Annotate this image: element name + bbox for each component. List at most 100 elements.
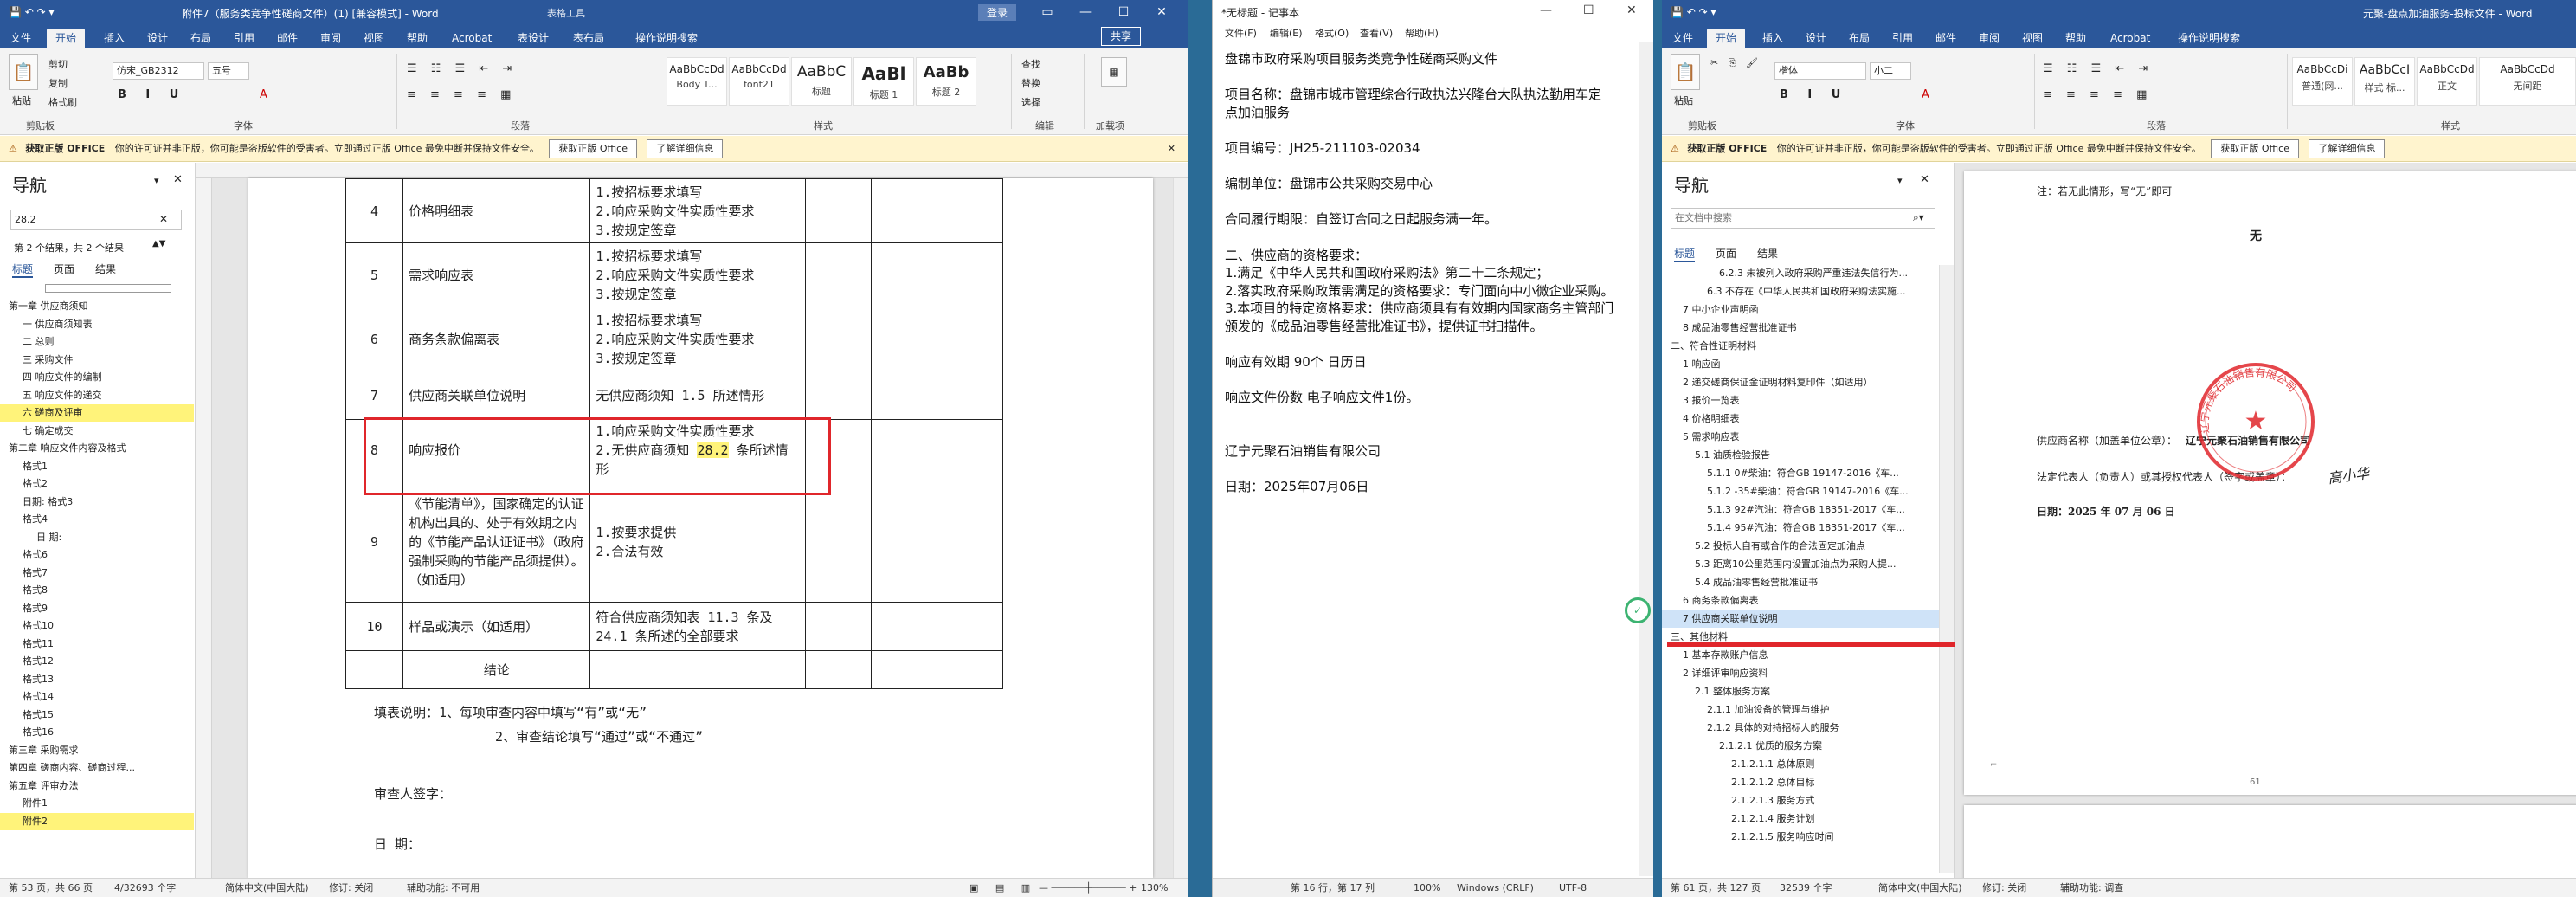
- nav-heading-item[interactable]: 2 详细评审响应资料: [1662, 665, 1939, 682]
- align-icons[interactable]: ≡ ≡ ≡ ≡ ▦: [2043, 88, 2152, 101]
- get-genuine-button[interactable]: 获取正版 Office: [549, 139, 637, 158]
- nav-heading-item[interactable]: 格式4: [0, 511, 194, 528]
- menu-help[interactable]: 帮助(H): [1405, 26, 1439, 40]
- review-item[interactable]: 价格明细表: [402, 178, 591, 243]
- nav-heading-item[interactable]: 2.1.2.1.2 总体目标: [1662, 774, 1939, 791]
- tab-review[interactable]: 审阅: [312, 29, 350, 48]
- select-button[interactable]: 选择: [1021, 95, 1040, 109]
- row-number[interactable]: 5: [345, 242, 404, 307]
- page-count[interactable]: 第 53 页，共 66 页: [9, 879, 93, 897]
- nav-heading-item[interactable]: 四 响应文件的编制: [0, 369, 194, 386]
- nav-heading-item[interactable]: 5.1.3 92#汽油：符合GB 18351-2017《车...: [1662, 501, 1939, 519]
- review-requirement[interactable]: 1.按招标要求填写 2.响应采购文件实质性要求 3.按规定签章: [589, 242, 806, 307]
- nav-tab-pages[interactable]: 页面: [54, 261, 74, 276]
- nav-heading-item[interactable]: 5.3 距离10公里范围内设置加油点为采购人提...: [1662, 556, 1939, 573]
- tab-review[interactable]: 审阅: [1970, 29, 2008, 48]
- nav-heading-item[interactable]: 2.1.2 具体的对持招标人的服务: [1662, 720, 1939, 737]
- review-requirement[interactable]: [589, 650, 806, 689]
- word-count[interactable]: 32539 个字: [1780, 879, 1832, 897]
- nav-heading-item[interactable]: 格式12: [0, 653, 194, 670]
- ribbon-display-icon[interactable]: ▭: [1028, 0, 1066, 24]
- track-changes-status[interactable]: 修订: 关闭: [1982, 879, 2026, 897]
- nav-heading-item[interactable]: 5 需求响应表: [1662, 429, 1939, 446]
- search-icon[interactable]: ⌕▾: [1913, 211, 1924, 224]
- nav-heading-item[interactable]: 第三章 采购需求: [0, 742, 194, 759]
- font-name-select[interactable]: 仿宋_GB2312: [113, 62, 204, 80]
- check-cell[interactable]: [804, 481, 872, 603]
- tab-design[interactable]: 设计: [138, 29, 177, 48]
- paste-label[interactable]: 粘贴: [1674, 94, 1693, 107]
- find-button[interactable]: 查找: [1021, 57, 1040, 71]
- check-cell[interactable]: [870, 602, 937, 651]
- nav-heading-item[interactable]: 6.2.3 未被列入政府采购严重违法失信行为...: [1662, 265, 1939, 282]
- check-cell[interactable]: [870, 481, 937, 603]
- list-icons[interactable]: ☰ ☷ ☰ ⇤ ⇥: [2043, 62, 2153, 75]
- nav-heading-item[interactable]: 第五章 评审办法: [0, 778, 194, 795]
- tab-insert[interactable]: 插入: [1754, 29, 1792, 48]
- vertical-ruler[interactable]: [196, 178, 212, 878]
- get-genuine-button[interactable]: 获取正版 Office: [2211, 139, 2299, 158]
- quick-access-icons[interactable]: 💾 ↶ ↷ ▾: [1671, 6, 1716, 18]
- check-cell[interactable]: [870, 178, 937, 243]
- menu-file[interactable]: 文件(F): [1225, 26, 1257, 40]
- nav-tab-headings[interactable]: 标题: [12, 261, 34, 278]
- nav-heading-item[interactable]: 格式8: [0, 582, 194, 599]
- vertical-scrollbar[interactable]: [1173, 178, 1188, 878]
- nav-heading-item[interactable]: 2.1.2.1.4 服务计划: [1662, 810, 1939, 828]
- tab-acrobat[interactable]: Acrobat: [2102, 29, 2159, 48]
- nav-heading-item[interactable]: 1 响应函: [1662, 356, 1939, 373]
- nav-tab-results[interactable]: 结果: [1757, 246, 1778, 261]
- nav-heading-item[interactable]: 二 总则: [0, 333, 194, 351]
- tab-references[interactable]: 引用: [225, 29, 263, 48]
- review-item[interactable]: 样品或演示（如适用）: [402, 602, 591, 651]
- style-title-style[interactable]: AaBbCcI 样式 标...: [2354, 57, 2415, 106]
- language-status[interactable]: 简体中文(中国大陆): [225, 879, 309, 897]
- format-painter-button[interactable]: 格式刷: [48, 95, 77, 109]
- list-icons[interactable]: ☰ ☷ ☰ ⇤ ⇥: [407, 62, 517, 75]
- addins-icon[interactable]: ▦: [1101, 57, 1127, 87]
- nav-tab-pages[interactable]: 页面: [1716, 246, 1736, 261]
- review-requirement[interactable]: 1.按招标要求填写 2.响应采购文件实质性要求 3.按规定签章: [589, 307, 806, 371]
- nav-tab-headings[interactable]: 标题: [1674, 246, 1696, 262]
- minimize-icon[interactable]: —: [1540, 3, 1552, 17]
- check-cell[interactable]: [870, 371, 937, 420]
- nav-heading-item[interactable]: 格式2: [0, 475, 194, 493]
- nav-options-icon[interactable]: ▾: [154, 175, 159, 186]
- nav-heading-item[interactable]: 6 商务条款偏离表: [1662, 592, 1939, 610]
- nav-heading-item[interactable]: 格式1: [0, 458, 194, 475]
- nav-options-icon[interactable]: ▾: [1897, 175, 1903, 186]
- nav-heading-item[interactable]: 8 成品油零售经营批准证书: [1662, 319, 1939, 337]
- font-color-icon[interactable]: A: [260, 88, 267, 101]
- nav-heading-item[interactable]: 2.1.2.1.3 服务方式: [1662, 792, 1939, 810]
- nav-heading-item[interactable]: 2 递交磋商保证金证明材料复印件（如适用）: [1662, 374, 1939, 391]
- copy-button[interactable]: 复制: [48, 76, 68, 90]
- clear-search-icon[interactable]: ✕: [159, 213, 168, 225]
- save-icon[interactable]: 💾 ↶ ↷ ▾: [9, 6, 55, 18]
- nav-heading-item[interactable]: 六 磋商及评审: [0, 404, 194, 422]
- check-cell[interactable]: [870, 419, 937, 481]
- font-name-select[interactable]: 楷体: [1774, 62, 1866, 80]
- style-body-text[interactable]: AaBbCcDd Body T...: [667, 57, 727, 106]
- tab-view[interactable]: 视图: [2013, 29, 2051, 48]
- menu-edit[interactable]: 编辑(E): [1270, 26, 1303, 40]
- nav-heading-item[interactable]: 七 确定成交: [0, 423, 194, 440]
- nav-heading-item[interactable]: 5.1.2 -35#柴油：符合GB 19147-2016《车...: [1662, 483, 1939, 500]
- font-color-icon[interactable]: A: [1922, 88, 1929, 101]
- floating-assistant-icon[interactable]: ✓: [1625, 597, 1651, 623]
- page-count[interactable]: 第 61 页，共 127 页: [1671, 879, 1761, 897]
- minimize-icon[interactable]: —: [1066, 0, 1104, 24]
- close-icon[interactable]: ✕: [1143, 0, 1181, 24]
- tab-home[interactable]: 开始: [47, 29, 86, 48]
- check-cell[interactable]: [936, 242, 1004, 307]
- nav-heading-item[interactable]: 格式6: [0, 546, 194, 564]
- nav-heading-item[interactable]: 格式10: [0, 617, 194, 635]
- tab-layout[interactable]: 布局: [182, 29, 220, 48]
- tab-help[interactable]: 帮助: [2057, 29, 2095, 48]
- nav-heading-item[interactable]: 2.1.2.1 优质的服务方案: [1662, 738, 1939, 755]
- nav-heading-item[interactable]: 2.1.1 加油设备的管理与维护: [1662, 701, 1939, 719]
- nav-heading-item[interactable]: 2.1.2.1.1 总体原则: [1662, 756, 1939, 773]
- language-status[interactable]: 简体中文(中国大陆): [1878, 879, 1962, 897]
- style-font21[interactable]: AaBbCcDd font21: [729, 57, 789, 106]
- nav-heading-item[interactable]: 格式11: [0, 636, 194, 653]
- nav-heading-item[interactable]: 一 供应商须知表: [0, 316, 194, 333]
